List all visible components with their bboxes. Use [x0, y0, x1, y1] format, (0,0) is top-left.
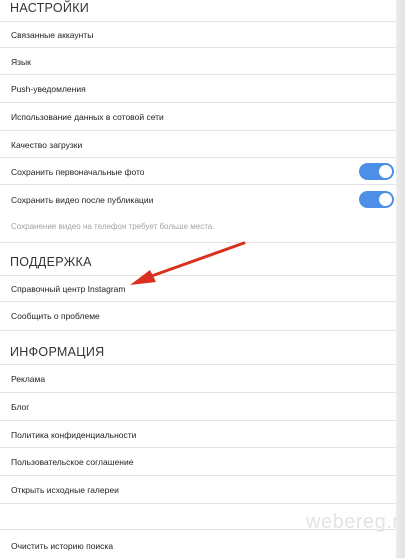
annotation-arrow-icon [130, 241, 246, 285]
settings-screen: НАСТРОЙКИ Связанные аккаунты Язык Push-у… [0, 0, 405, 558]
arrow-head [130, 270, 156, 285]
arrow-shaft [144, 241, 246, 280]
